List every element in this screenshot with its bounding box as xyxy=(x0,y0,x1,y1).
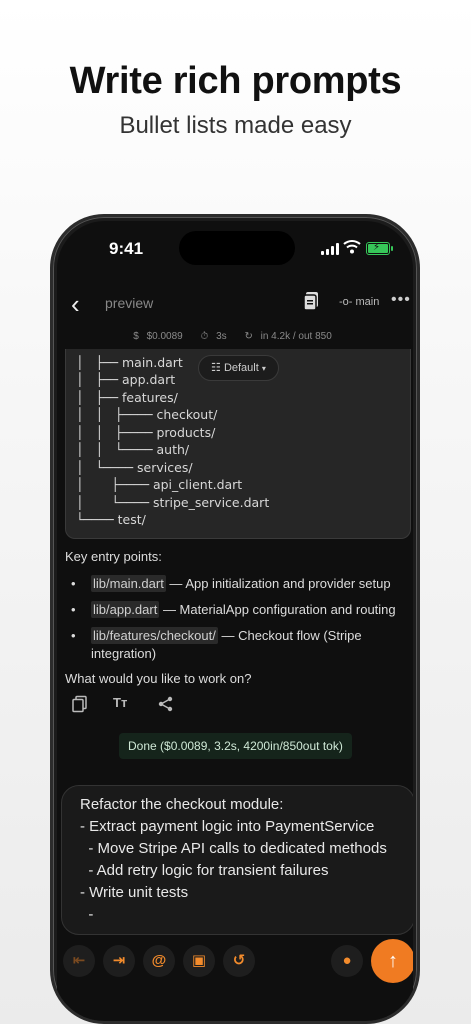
copy-icon[interactable] xyxy=(71,695,89,713)
bullet-dot: • xyxy=(71,602,76,617)
tree-line: │ └──── services/ xyxy=(76,460,193,475)
duration-metric: ⏱ 3s xyxy=(200,331,227,342)
branch-selector[interactable]: -o- main xyxy=(339,296,379,308)
composer-line: - xyxy=(80,906,94,923)
tree-line: │ └──── stripe_service.dart xyxy=(76,495,270,510)
mode-selector[interactable]: ☷ Default ▾ xyxy=(198,355,279,381)
send-arrow-icon[interactable]: ↑ xyxy=(371,939,413,983)
status-bar: 9:41 ⚡ xyxy=(57,221,413,273)
wifi-icon xyxy=(343,240,361,254)
tree-line: └──── test/ xyxy=(76,512,146,527)
tree-line: │ │ └──── auth/ xyxy=(76,442,190,457)
hero-subtitle: Bullet lists made easy xyxy=(119,112,352,139)
branch-icon: -o- xyxy=(339,296,353,308)
text-size-icon[interactable]: Tт xyxy=(113,695,131,713)
composer-toolbar: ⇤ ⇥ @ ▣ ↺ ● ↑ xyxy=(57,939,413,987)
tree-line: │ ├── app.dart xyxy=(76,372,176,387)
tree-line: │ ├── main.dart xyxy=(76,355,183,370)
tree-line: │ │ ├──── products/ xyxy=(76,425,216,440)
code-block: │ ├── main.dart │ ├── app.dart │ ├── fea… xyxy=(65,349,411,539)
prompt-composer[interactable]: Refactor the checkout module: - Extract … xyxy=(61,785,413,935)
list-item: • lib/main.dart — App initialization and… xyxy=(71,575,391,592)
done-badge: Done ($0.0089, 3.2s, 4200in/850out tok) xyxy=(119,733,352,759)
bullet-dot: • xyxy=(71,576,76,591)
composer-line: - Extract payment logic into PaymentServ… xyxy=(80,818,375,835)
inline-code: lib/main.dart xyxy=(91,575,166,592)
entry-heading: Key entry points: xyxy=(65,549,162,564)
list-item: • lib/app.dart — MaterialApp configurati… xyxy=(71,601,396,618)
outdent-icon[interactable]: ⇤ xyxy=(63,945,95,977)
bullet-dot: • xyxy=(71,628,76,643)
list-item: • lib/features/checkout/ — Checkout flow… xyxy=(71,627,362,661)
tree-line: │ ├──── api_client.dart xyxy=(76,477,243,492)
composer-line: - Write unit tests xyxy=(80,884,189,901)
tokens-metric: ↻ in 4.2k / out 850 xyxy=(244,331,332,342)
share-icon[interactable] xyxy=(157,695,175,713)
inline-code: lib/app.dart xyxy=(91,601,160,618)
header-bar: ‹ preview -o- main ••• xyxy=(57,283,413,323)
back-chevron-icon[interactable]: ‹ xyxy=(71,289,80,320)
cost-metric: $ $0.0089 xyxy=(133,331,183,342)
image-icon[interactable]: ▣ xyxy=(183,945,215,977)
composer-line: - Add retry logic for transient failures xyxy=(80,862,329,879)
phone-frame: 9:41 ⚡ ‹ preview -o- main ••• $ $0.0089 … xyxy=(50,214,420,1024)
composer-line: - Move Stripe API calls to dedicated met… xyxy=(80,840,387,857)
sliders-icon: ☷ xyxy=(211,362,221,374)
app-screen: 9:41 ⚡ ‹ preview -o- main ••• $ $0.0089 … xyxy=(57,221,413,1021)
inline-code: lib/features/checkout/ xyxy=(91,627,218,644)
tree-line: │ ├── features/ xyxy=(76,390,178,405)
document-icon[interactable] xyxy=(303,291,321,311)
chevron-down-icon: ▾ xyxy=(261,364,266,373)
metrics-row: $ $0.0089 ⏱ 3s ↻ in 4.2k / out 850 xyxy=(57,331,413,342)
question-text: What would you like to work on? xyxy=(65,671,252,686)
header-title: preview xyxy=(105,295,154,311)
status-time: 9:41 xyxy=(109,239,144,258)
tree-line: │ │ ├──── checkout/ xyxy=(76,407,218,422)
signal-icon xyxy=(321,243,339,255)
battery-icon: ⚡ xyxy=(366,242,393,255)
at-icon[interactable]: @ xyxy=(143,945,175,977)
branch-name: main xyxy=(355,296,380,308)
mode-label: Default xyxy=(223,362,259,374)
hero-title: Write rich prompts xyxy=(69,60,402,102)
composer-line: Refactor the checkout module: xyxy=(80,796,284,813)
more-options-icon[interactable]: ••• xyxy=(391,291,411,309)
indent-icon[interactable]: ⇥ xyxy=(103,945,135,977)
dynamic-island xyxy=(179,231,295,265)
mic-icon[interactable]: ● xyxy=(331,945,363,977)
history-icon[interactable]: ↺ xyxy=(223,945,255,977)
